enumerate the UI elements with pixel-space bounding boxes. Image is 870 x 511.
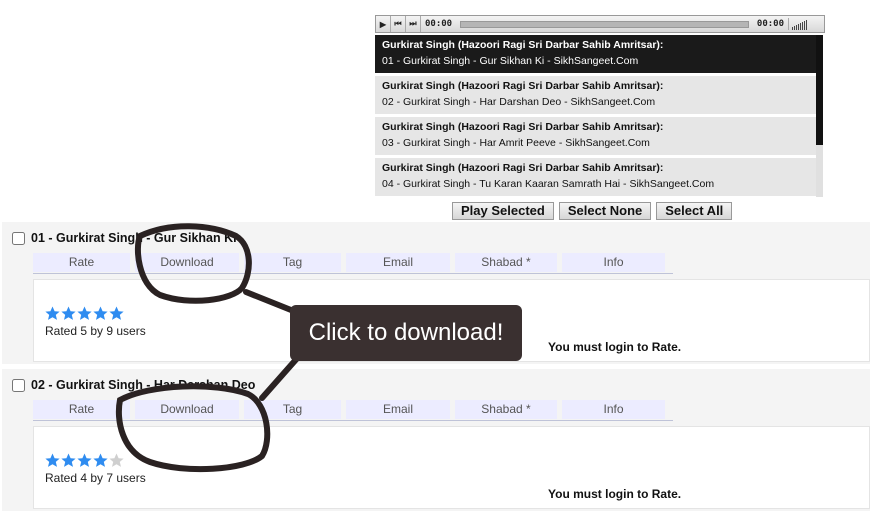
- playlist-item[interactable]: Gurkirat Singh (Hazoori Ragi Sri Darbar …: [375, 35, 818, 73]
- playlist-scrollbar[interactable]: [816, 35, 823, 197]
- star-filled-icon: [93, 306, 108, 320]
- star-filled-icon: [45, 453, 60, 467]
- star-filled-icon: [61, 306, 76, 320]
- track-title: 01 - Gurkirat Singh - Gur Sikhan Ki: [31, 231, 237, 245]
- tab-download[interactable]: Download: [135, 253, 239, 272]
- star-filled-icon: [77, 453, 92, 467]
- playlist-item-artist: Gurkirat Singh (Hazoori Ragi Sri Darbar …: [382, 80, 664, 92]
- tab-info[interactable]: Info: [562, 400, 665, 419]
- download-callout: Click to download!: [290, 305, 522, 361]
- rating-text: Rated 4 by 7 users: [45, 471, 146, 485]
- star-filled-icon: [45, 306, 60, 320]
- select-none-button[interactable]: Select None: [558, 202, 652, 220]
- previous-icon[interactable]: ⏮: [391, 16, 406, 32]
- tab-rate[interactable]: Rate: [33, 253, 130, 272]
- scrollbar-thumb[interactable]: [816, 35, 823, 145]
- playlist-item-artist: Gurkirat Singh (Hazoori Ragi Sri Darbar …: [382, 121, 664, 133]
- playlist-item-track: 02 - Gurkirat Singh - Har Darshan Deo - …: [382, 96, 656, 108]
- playlist: Gurkirat Singh (Hazoori Ragi Sri Darbar …: [375, 35, 818, 197]
- track-checkbox[interactable]: [12, 378, 25, 392]
- star-filled-icon: [109, 306, 124, 320]
- tab-tag[interactable]: Tag: [244, 400, 341, 419]
- select-all-button[interactable]: Select All: [656, 202, 733, 220]
- tab-tag[interactable]: Tag: [244, 253, 341, 272]
- play-selected-button[interactable]: Play Selected: [452, 202, 554, 220]
- volume-icon[interactable]: [788, 18, 824, 30]
- playlist-item-artist: Gurkirat Singh (Hazoori Ragi Sri Darbar …: [382, 39, 664, 51]
- star-rating: [45, 453, 124, 468]
- star-filled-icon: [77, 306, 92, 320]
- playlist-buttons: Play Selected Select None Select All: [452, 202, 733, 220]
- playlist-item[interactable]: Gurkirat Singh (Hazoori Ragi Sri Darbar …: [375, 158, 818, 196]
- playlist-item[interactable]: Gurkirat Singh (Hazoori Ragi Sri Darbar …: [375, 76, 818, 114]
- tab-info[interactable]: Info: [562, 253, 665, 272]
- playlist-item-track: 01 - Gurkirat Singh - Gur Sikhan Ki - Si…: [382, 55, 639, 67]
- rating-text: Rated 5 by 9 users: [45, 324, 146, 338]
- star-empty-icon: [109, 453, 124, 467]
- next-icon[interactable]: ⏭: [406, 16, 421, 32]
- tab-shabad[interactable]: Shabad *: [455, 400, 557, 419]
- tab-email[interactable]: Email: [346, 253, 450, 272]
- tab-download[interactable]: Download: [135, 400, 239, 419]
- playlist-item-artist: Gurkirat Singh (Hazoori Ragi Sri Darbar …: [382, 162, 664, 174]
- seek-bar[interactable]: [460, 20, 749, 28]
- elapsed-time: 00:00: [425, 19, 453, 29]
- login-notice: You must login to Rate.: [548, 340, 682, 354]
- login-notice: You must login to Rate.: [548, 487, 682, 501]
- playlist-item-track: 04 - Gurkirat Singh - Tu Karan Kaaran Sa…: [382, 178, 715, 190]
- star-filled-icon: [61, 453, 76, 467]
- tab-rate[interactable]: Rate: [33, 400, 130, 419]
- track-entry: 02 - Gurkirat Singh - Har Darshan Deo Ra…: [2, 369, 870, 511]
- audio-player: ▶ ⏮ ⏭ 00:00 00:00: [375, 15, 825, 33]
- total-time: 00:00: [756, 19, 784, 29]
- track-title: 02 - Gurkirat Singh - Har Darshan Deo: [31, 378, 256, 392]
- tab-shabad[interactable]: Shabad *: [455, 253, 557, 272]
- star-rating: [45, 306, 124, 321]
- star-filled-icon: [93, 453, 108, 467]
- playlist-item-track: 03 - Gurkirat Singh - Har Amrit Peeve - …: [382, 137, 650, 149]
- track-tabs: Rate Download Tag Email Shabad * Info: [33, 400, 673, 421]
- track-checkbox[interactable]: [12, 231, 25, 245]
- rate-panel: Rated 4 by 7 users You must login to Rat…: [33, 426, 870, 509]
- play-icon[interactable]: ▶: [376, 16, 391, 32]
- track-tabs: Rate Download Tag Email Shabad * Info: [33, 253, 673, 274]
- playlist-item[interactable]: Gurkirat Singh (Hazoori Ragi Sri Darbar …: [375, 117, 818, 155]
- tab-email[interactable]: Email: [346, 400, 450, 419]
